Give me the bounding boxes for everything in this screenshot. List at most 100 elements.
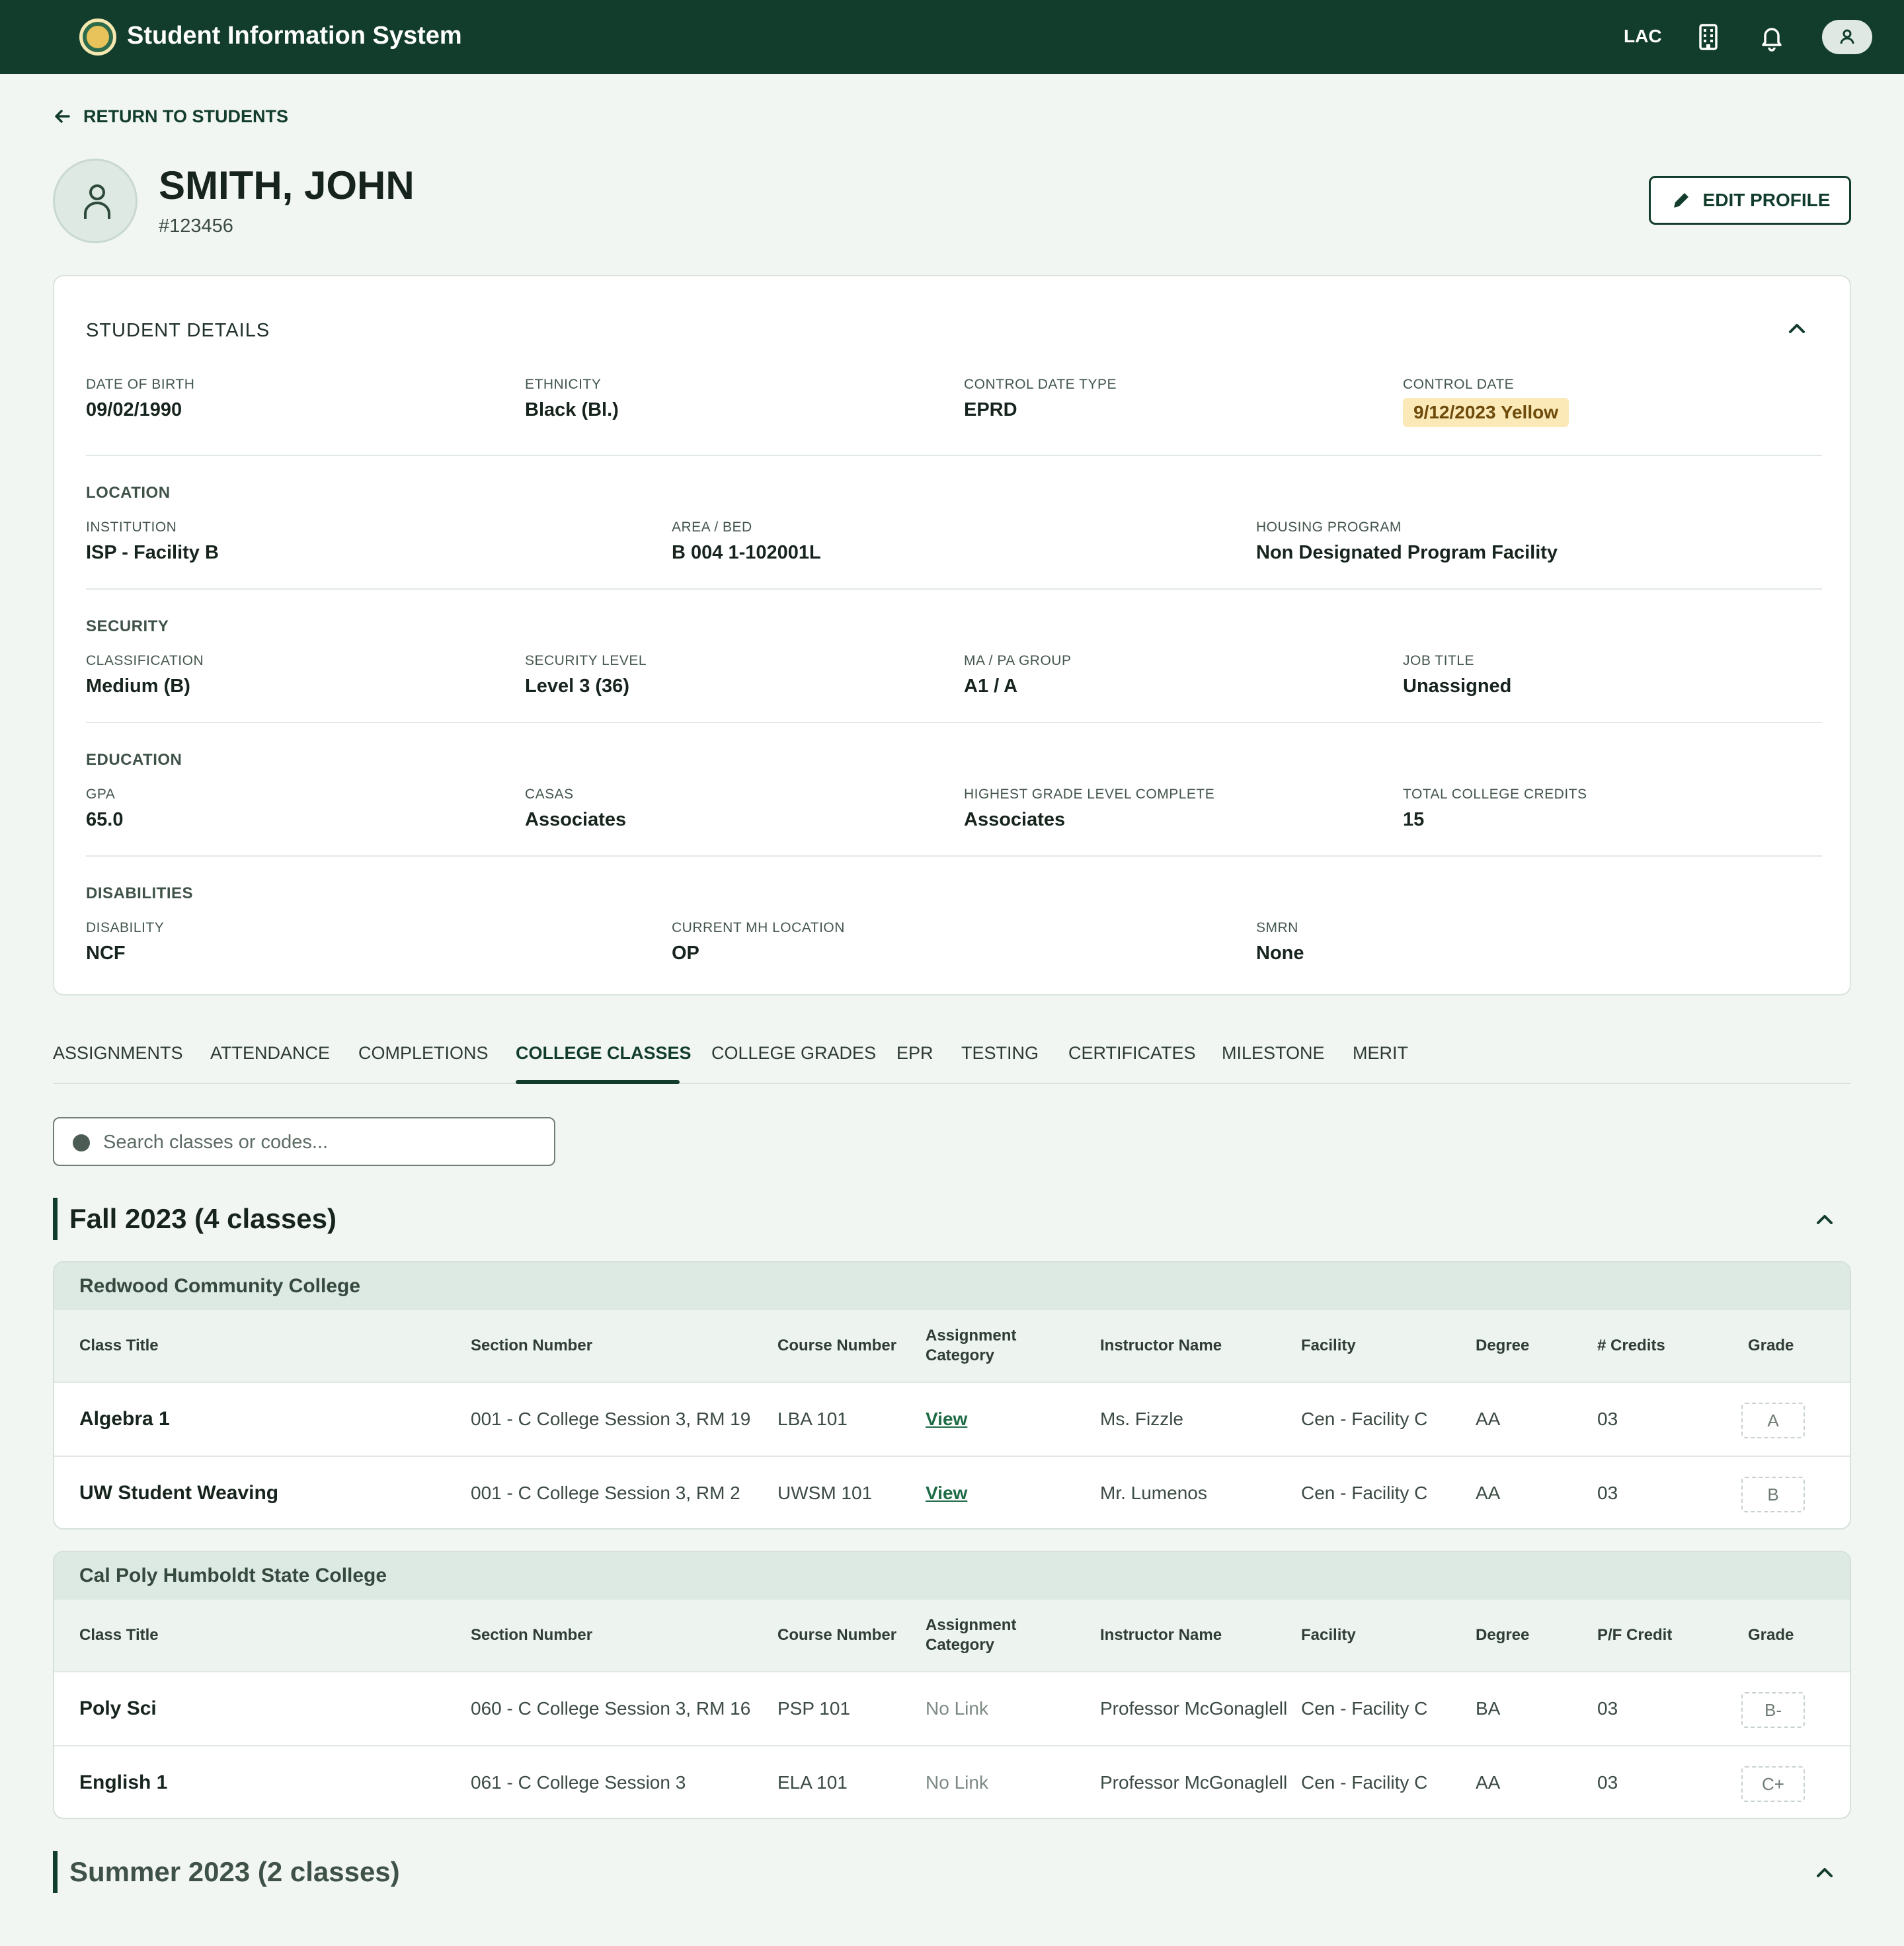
chevron-up-icon[interactable]	[1811, 1206, 1838, 1232]
tab-attendance[interactable]: ATTENDANCE	[210, 1043, 330, 1064]
grade-field[interactable]: B	[1741, 1477, 1805, 1512]
site-code[interactable]: LAC	[1624, 26, 1662, 47]
no-link-text: No Link	[926, 1772, 988, 1793]
field-casas: CASAS Associates	[525, 787, 627, 830]
tab-assignments[interactable]: ASSIGNMENTS	[53, 1043, 183, 1064]
col-class-title: Class Title	[79, 1337, 159, 1354]
chevron-up-icon[interactable]	[1784, 315, 1810, 341]
edit-profile-label[interactable]: EDIT PROFILE	[1703, 190, 1831, 211]
col-degree: Degree	[1476, 1626, 1530, 1644]
col-section-number: Section Number	[471, 1337, 593, 1354]
table-row[interactable]: Algebra 1 001 - C College Session 3, RM …	[54, 1382, 1850, 1456]
college-block-redwood: Redwood Community College Class Title Se…	[53, 1261, 1851, 1530]
field-gpa: GPA 65.0	[86, 787, 124, 830]
top-bar: Student Information System LAC	[0, 0, 1904, 74]
avatar	[53, 159, 138, 243]
student-name: SMITH, JOHN	[159, 163, 415, 208]
section-education: EDUCATION	[86, 751, 182, 769]
field-security-level: SECURITY LEVEL Level 3 (36)	[525, 653, 647, 697]
student-id: #123456	[159, 215, 233, 237]
view-assignment-link[interactable]: View	[926, 1409, 967, 1430]
tab-epr[interactable]: EPR	[896, 1043, 933, 1064]
bell-icon[interactable]	[1755, 20, 1789, 54]
search-icon	[73, 1134, 90, 1151]
term-header-fall-2023[interactable]: Fall 2023 (4 classes)	[53, 1198, 337, 1240]
table-header: Class Title Section Number Course Number…	[54, 1310, 1850, 1382]
edit-profile-button[interactable]: EDIT PROFILE	[1649, 176, 1851, 225]
no-link-text: No Link	[926, 1698, 988, 1719]
field-control-date: CONTROL DATE 9/12/2023 Yellow	[1403, 377, 1569, 427]
app-title: Student Information System	[127, 22, 462, 50]
field-job-title: JOB TITLE Unassigned	[1403, 653, 1512, 697]
term-header-summer-2023[interactable]: Summer 2023 (2 classes)	[53, 1851, 400, 1893]
user-icon	[84, 184, 110, 219]
field-date-of-birth: DATE OF BIRTH 09/02/1990	[86, 377, 195, 420]
return-to-students-link[interactable]: RETURN TO STUDENTS	[53, 104, 288, 128]
col-instructor-name: Instructor Name	[1100, 1626, 1222, 1644]
grade-field[interactable]: B-	[1741, 1692, 1805, 1728]
section-disabilities: DISABILITIES	[86, 884, 194, 902]
field-classification: CLASSIFICATION Medium (B)	[86, 653, 204, 697]
chevron-up-icon[interactable]	[1811, 1859, 1838, 1885]
col-assignment-category: Assignment Category	[926, 1616, 1017, 1654]
control-date-badge: 9/12/2023 Yellow	[1403, 398, 1569, 427]
tab-certificates[interactable]: CERTIFICATES	[1068, 1043, 1196, 1064]
tab-merit[interactable]: MERIT	[1353, 1043, 1408, 1064]
college-name: Cal Poly Humboldt State College	[54, 1552, 1850, 1600]
tab-testing[interactable]: TESTING	[961, 1043, 1039, 1064]
table-row[interactable]: Poly Sci 060 - C College Session 3, RM 1…	[54, 1671, 1850, 1745]
term-title: Fall 2023 (4 classes)	[69, 1203, 337, 1234]
tab-college-grades[interactable]: COLLEGE GRADES	[711, 1043, 876, 1064]
col-assignment-category: Assignment Category	[926, 1327, 1017, 1364]
col-facility: Facility	[1301, 1626, 1356, 1644]
arrow-left-icon	[55, 110, 70, 123]
col-class-title: Class Title	[79, 1626, 159, 1644]
col-credits: # Credits	[1597, 1337, 1665, 1354]
col-degree: Degree	[1476, 1337, 1530, 1354]
col-grade: Grade	[1748, 1626, 1794, 1644]
field-housing-program: HOUSING PROGRAM Non Designated Program Fa…	[1256, 520, 1558, 563]
tab-bar: ASSIGNMENTS ATTENDANCE COMPLETIONS COLLE…	[53, 1036, 1851, 1084]
tab-college-classes[interactable]: COLLEGE CLASSES	[516, 1043, 692, 1064]
field-institution: INSTITUTION ISP - Facility B	[86, 520, 219, 563]
col-course-number: Course Number	[777, 1337, 897, 1354]
section-location: LOCATION	[86, 484, 171, 502]
table-row[interactable]: English 1 061 - C College Session 3 ELA …	[54, 1745, 1850, 1818]
return-label[interactable]: RETURN TO STUDENTS	[83, 106, 288, 127]
tab-milestone[interactable]: MILESTONE	[1222, 1043, 1325, 1064]
col-section-number: Section Number	[471, 1626, 593, 1644]
grade-field[interactable]: A	[1741, 1403, 1805, 1438]
field-ma-pa-group: MA / PA GROUP A1 / A	[964, 653, 1072, 697]
field-mh-location: CURRENT MH LOCATION OP	[672, 920, 845, 964]
field-control-date-type: CONTROL DATE TYPE EPRD	[964, 377, 1117, 420]
active-tab-indicator	[516, 1080, 680, 1084]
field-disability: DISABILITY NCF	[86, 920, 165, 964]
tab-completions[interactable]: COMPLETIONS	[358, 1043, 489, 1064]
user-icon	[1840, 29, 1854, 44]
col-grade: Grade	[1748, 1337, 1794, 1354]
building-icon[interactable]	[1691, 20, 1726, 54]
table-row[interactable]: UW Student Weaving 001 - C College Sessi…	[54, 1456, 1850, 1528]
card-title: STUDENT DETAILS	[86, 320, 270, 341]
user-menu-button[interactable]	[1822, 20, 1872, 54]
search-input[interactable]	[103, 1126, 539, 1158]
field-smrn: SMRN None	[1256, 920, 1304, 964]
col-pf-credit: P/F Credit	[1597, 1626, 1673, 1644]
field-area-bed: AREA / BED B 004 1-102001L	[672, 520, 821, 563]
student-details-card: STUDENT DETAILS DATE OF BIRTH 09/02/1990 …	[53, 275, 1851, 995]
col-course-number: Course Number	[777, 1626, 897, 1644]
search-box[interactable]	[53, 1117, 555, 1166]
term-title: Summer 2023 (2 classes)	[69, 1856, 400, 1887]
field-highest-grade: HIGHEST GRADE LEVEL COMPLETE Associates	[964, 787, 1215, 830]
table-header: Class Title Section Number Course Number…	[54, 1600, 1850, 1671]
college-name: Redwood Community College	[54, 1263, 1850, 1310]
logo-seal-icon	[79, 19, 116, 56]
pencil-icon	[1673, 193, 1688, 208]
col-instructor-name: Instructor Name	[1100, 1337, 1222, 1354]
grade-field[interactable]: C+	[1741, 1766, 1805, 1802]
college-block-cal-poly-humboldt: Cal Poly Humboldt State College Class Ti…	[53, 1551, 1851, 1819]
field-total-credits: TOTAL COLLEGE CREDITS 15	[1403, 787, 1587, 830]
field-ethnicity: ETHNICITY Black (Bl.)	[525, 377, 619, 420]
view-assignment-link[interactable]: View	[926, 1483, 967, 1504]
section-security: SECURITY	[86, 617, 169, 635]
